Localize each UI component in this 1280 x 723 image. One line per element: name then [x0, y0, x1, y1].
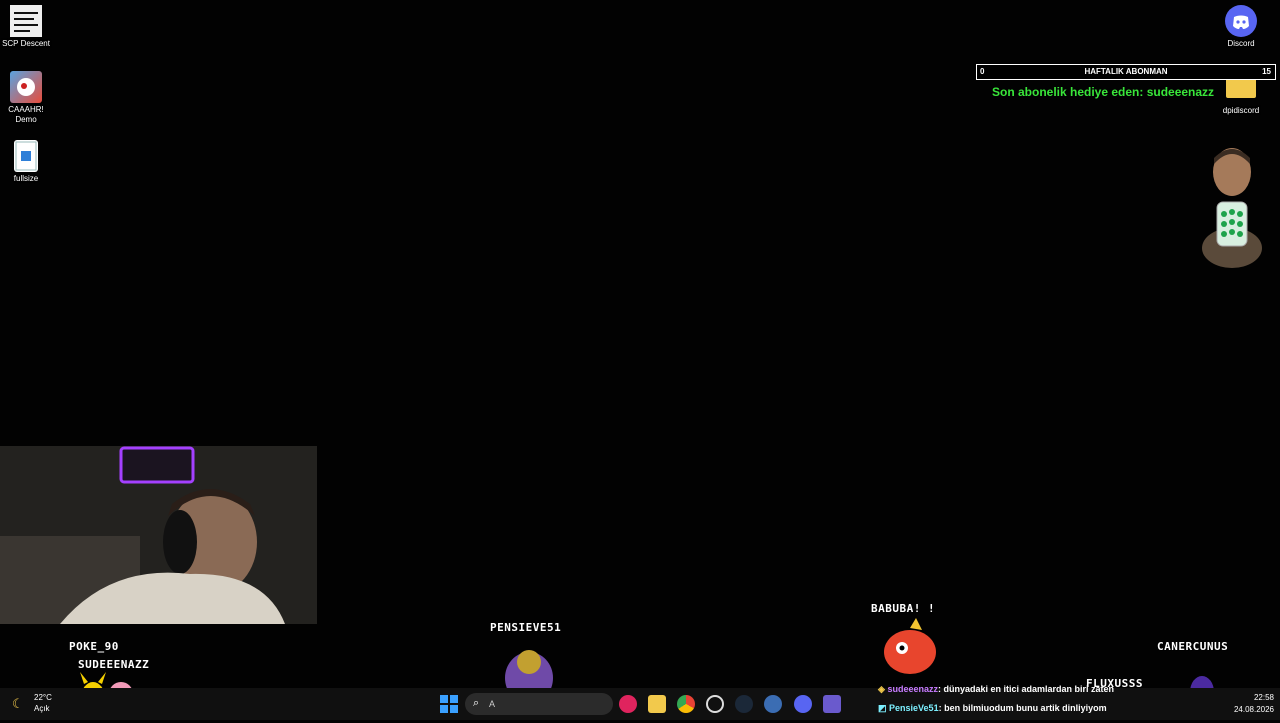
weather-temp: 22°C [34, 693, 52, 702]
image-file-icon [14, 140, 38, 172]
viewer-name: SUDEEENAZZ [78, 658, 150, 671]
app-icon[interactable] [823, 695, 841, 713]
media-player-icon[interactable] [619, 695, 637, 713]
desktop-icon-dpidiscord[interactable]: dpidiscord [1215, 74, 1267, 116]
chat-message: ◈ sudeeenazz: dünyadaki en itici adamlar… [878, 684, 1114, 695]
viewer-name: POKE_90 [69, 640, 119, 653]
desktop-icon-label: dpidiscord [1222, 106, 1260, 115]
desktop-icon-caaahr-demo[interactable]: CAAAHR! Demo [0, 71, 52, 125]
magikarp-sprite [880, 618, 940, 680]
moon-icon: ☾ [12, 696, 24, 711]
chat-badge-icon: ◈ [878, 684, 885, 694]
app-icon[interactable] [706, 695, 724, 713]
desktop-icon-label: CAAAHR! Demo [8, 105, 44, 124]
steam-icon[interactable] [735, 695, 753, 713]
desktop-icon-discord[interactable]: Discord [1215, 5, 1267, 49]
desktop-icon-label: Discord [1227, 39, 1255, 48]
file-explorer-icon[interactable] [648, 695, 666, 713]
start-button[interactable] [440, 695, 458, 713]
clock[interactable]: 22:58 24.08.2026 [1222, 693, 1274, 714]
desktop-icon-label: SCP Descent [2, 39, 50, 48]
desktop-icon-label: fullsize [13, 174, 39, 183]
webcam-feed [0, 446, 317, 624]
search-icon: ⌕ [473, 697, 480, 709]
taskbar-search[interactable]: ⌕ A [465, 693, 613, 715]
chat-message: ◩ PensieVe51: ben bilmiuodum bunu artik … [878, 703, 1107, 714]
desktop-icon-scp-descent[interactable]: SCP Descent [0, 5, 52, 49]
chat-username: PensieVe51 [889, 703, 939, 713]
caaahr-demo-icon [10, 71, 42, 103]
weather-widget[interactable]: ☾ 22°C Açık [12, 693, 72, 715]
search-input: A [489, 699, 496, 709]
clock-date: 24.08.2026 [1233, 705, 1274, 714]
desktop-icon-fullsize[interactable]: fullsize [0, 140, 52, 184]
sub-bar-max: 15 [1262, 67, 1271, 76]
viewer-name: BABUBA! ! [871, 602, 936, 615]
chat-badge-icon: ◩ [878, 703, 887, 713]
chat-username: sudeeenazz [887, 684, 938, 694]
clock-time: 22:58 [1253, 693, 1274, 702]
windows-icon [440, 695, 458, 713]
weekly-subscription-bar: 0 HAFTALIK ABONMAN 15 [976, 64, 1276, 80]
chat-text: : ben bilmiuodum bunu artik dinliyiyom [938, 703, 1107, 713]
last-gift-sub-text: Son abonelik hediye eden: sudeeenazz [992, 85, 1215, 99]
discord-icon[interactable] [794, 695, 812, 713]
viewer-name: CANERCUNUS [1157, 640, 1229, 653]
viewer-name: PENSIEVE51 [490, 621, 562, 634]
app-icon[interactable] [764, 695, 782, 713]
sub-bar-title: HAFTALIK ABONMAN [1084, 67, 1168, 76]
chat-text: : dünyadaki en itici adamlardan biri zat… [937, 684, 1115, 694]
chrome-icon[interactable] [677, 695, 695, 713]
discord-icon [1225, 5, 1257, 37]
streamer-sticker [1200, 142, 1264, 270]
scp-descent-icon [10, 5, 42, 37]
weather-desc: Açık [34, 704, 50, 713]
